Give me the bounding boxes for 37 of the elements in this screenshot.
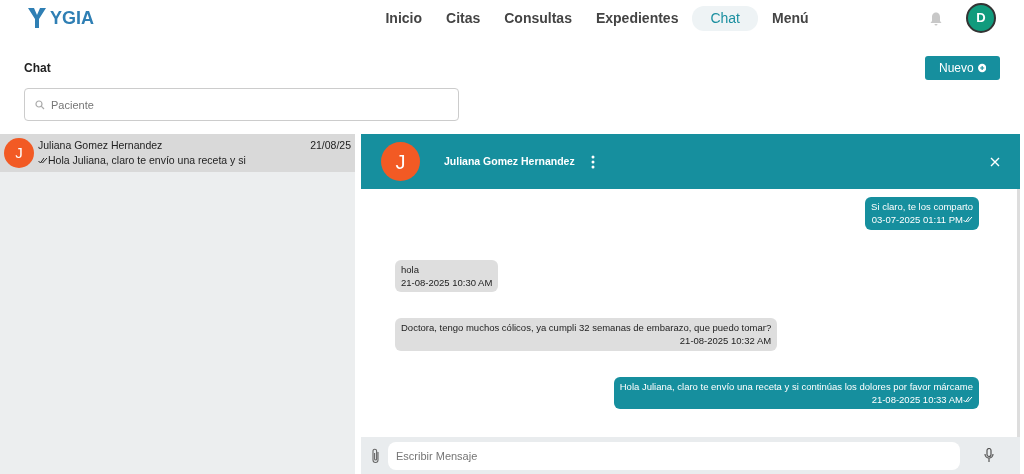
conversation-item[interactable]: J Juliana Gomez Hernandez 21/08/25 Hola Juliana, claro te envío una receta y si (0, 134, 355, 172)
search-icon (35, 100, 45, 110)
nav-link[interactable]: Citas (436, 5, 491, 31)
contact-avatar: J (4, 138, 34, 168)
message-text: Doctora, tengo muchos cólicos, ya cumpli 32 semanas de embarazo, que puedo tomar? (401, 321, 772, 335)
user-avatar[interactable]: D (966, 3, 996, 33)
contact-avatar: J (381, 142, 420, 181)
message-time: 21-08-2025 10:32 AM (679, 334, 772, 348)
read-check-icon (963, 216, 973, 224)
nav-link[interactable]: Expedientes (585, 5, 689, 31)
conversation-date: 21/08/25 (310, 138, 351, 153)
logo-icon (28, 8, 46, 28)
new-button[interactable]: Nuevo (925, 56, 1000, 80)
message-text: Si claro, te los comparto (871, 200, 973, 214)
microphone-icon[interactable] (984, 448, 994, 463)
read-check-icon (963, 396, 973, 404)
message-time: 21-08-2025 10:33 AM (871, 393, 963, 407)
message-preview: Hola Juliana, claro te envío una receta y si (48, 153, 246, 168)
message-text: Hola Juliana, claro te envío una receta y si continúas los dolores por favor márcame (619, 379, 973, 394)
page-title: Chat (24, 60, 51, 77)
message-time: 03-07-2025 01:11 PM (871, 213, 963, 227)
message-field[interactable]: Escribir Mensaje (388, 441, 960, 470)
close-icon[interactable] (990, 156, 1000, 167)
nav-link[interactable]: Menú (762, 5, 819, 31)
search-field[interactable]: Paciente (24, 88, 459, 121)
paperclip-icon[interactable] (371, 447, 380, 464)
contact-name: Juliana Gomez Hernandez (38, 138, 163, 153)
chat-contact-name: Juliana Gomez Hernandez (444, 153, 575, 169)
plus-circle-icon (977, 63, 986, 73)
brand-name: YGIA (50, 6, 94, 30)
nav-link[interactable]: Consultas (494, 5, 582, 31)
message-text: hola (401, 262, 420, 276)
nav-link[interactable]: Chat (692, 5, 758, 31)
message-time: 21-08-2025 10:30 AM (401, 275, 493, 290)
read-check-icon (38, 156, 48, 164)
more-options-icon[interactable] (590, 154, 595, 169)
nav-link[interactable]: Inicio (375, 5, 432, 31)
